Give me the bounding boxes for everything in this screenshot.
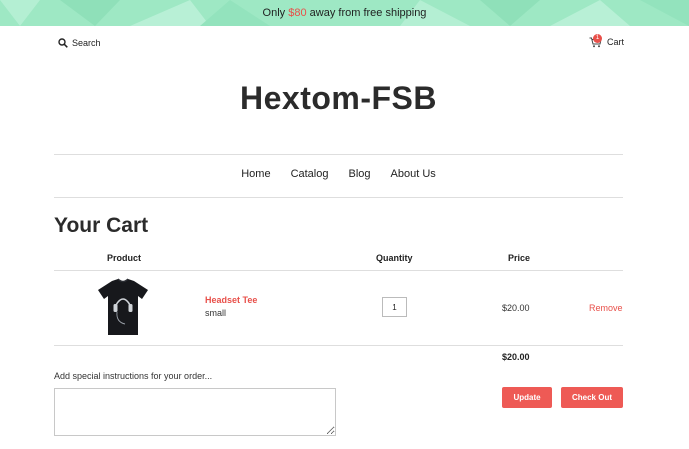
nav-item-blog[interactable]: Blog bbox=[348, 168, 370, 184]
checkout-button[interactable]: Check Out bbox=[561, 387, 623, 408]
update-button[interactable]: Update bbox=[502, 387, 552, 408]
nav-item-about-us[interactable]: About Us bbox=[391, 168, 436, 184]
cart-link[interactable]: 1 Cart bbox=[589, 34, 625, 49]
special-instructions-textarea[interactable] bbox=[54, 388, 336, 436]
cart-count-badge: 1 bbox=[593, 34, 602, 43]
nav-item-home[interactable]: Home bbox=[241, 168, 270, 184]
cart-label: Cart bbox=[607, 37, 625, 47]
product-name-link[interactable]: Headset Tee bbox=[205, 295, 257, 305]
cart-subtotal: $20.00 bbox=[502, 352, 530, 362]
search-label: Search bbox=[72, 38, 101, 48]
line-item-price: $20.00 bbox=[502, 303, 530, 313]
special-instructions-label: Add special instructions for your order.… bbox=[54, 371, 213, 381]
search-icon bbox=[58, 38, 68, 48]
remaining-amount: $80 bbox=[288, 7, 307, 19]
column-header-quantity: Quantity bbox=[376, 253, 413, 263]
column-header-product: Product bbox=[107, 253, 142, 263]
nav-top-divider bbox=[54, 154, 623, 155]
nav-bottom-divider bbox=[54, 197, 623, 198]
product-image-tshirt[interactable] bbox=[96, 278, 150, 336]
main-nav: Home Catalog Blog About Us bbox=[54, 168, 623, 184]
quantity-input[interactable] bbox=[382, 297, 407, 317]
announcement-text: Only $80 away from free shipping bbox=[262, 7, 427, 19]
announcement-bar: Only $80 away from free shipping bbox=[0, 0, 689, 26]
page-title: Your Cart bbox=[54, 214, 149, 237]
table-footer-divider bbox=[54, 345, 623, 346]
nav-item-catalog[interactable]: Catalog bbox=[291, 168, 329, 184]
remove-link[interactable]: Remove bbox=[589, 303, 623, 313]
cart-icon-wrap: 1 bbox=[589, 34, 602, 48]
site-title[interactable]: Hextom-FSB bbox=[0, 80, 677, 117]
search-link[interactable]: Search bbox=[58, 37, 101, 49]
product-variant: small bbox=[205, 308, 227, 318]
column-header-price: Price bbox=[508, 253, 531, 263]
table-header-divider bbox=[54, 270, 623, 271]
